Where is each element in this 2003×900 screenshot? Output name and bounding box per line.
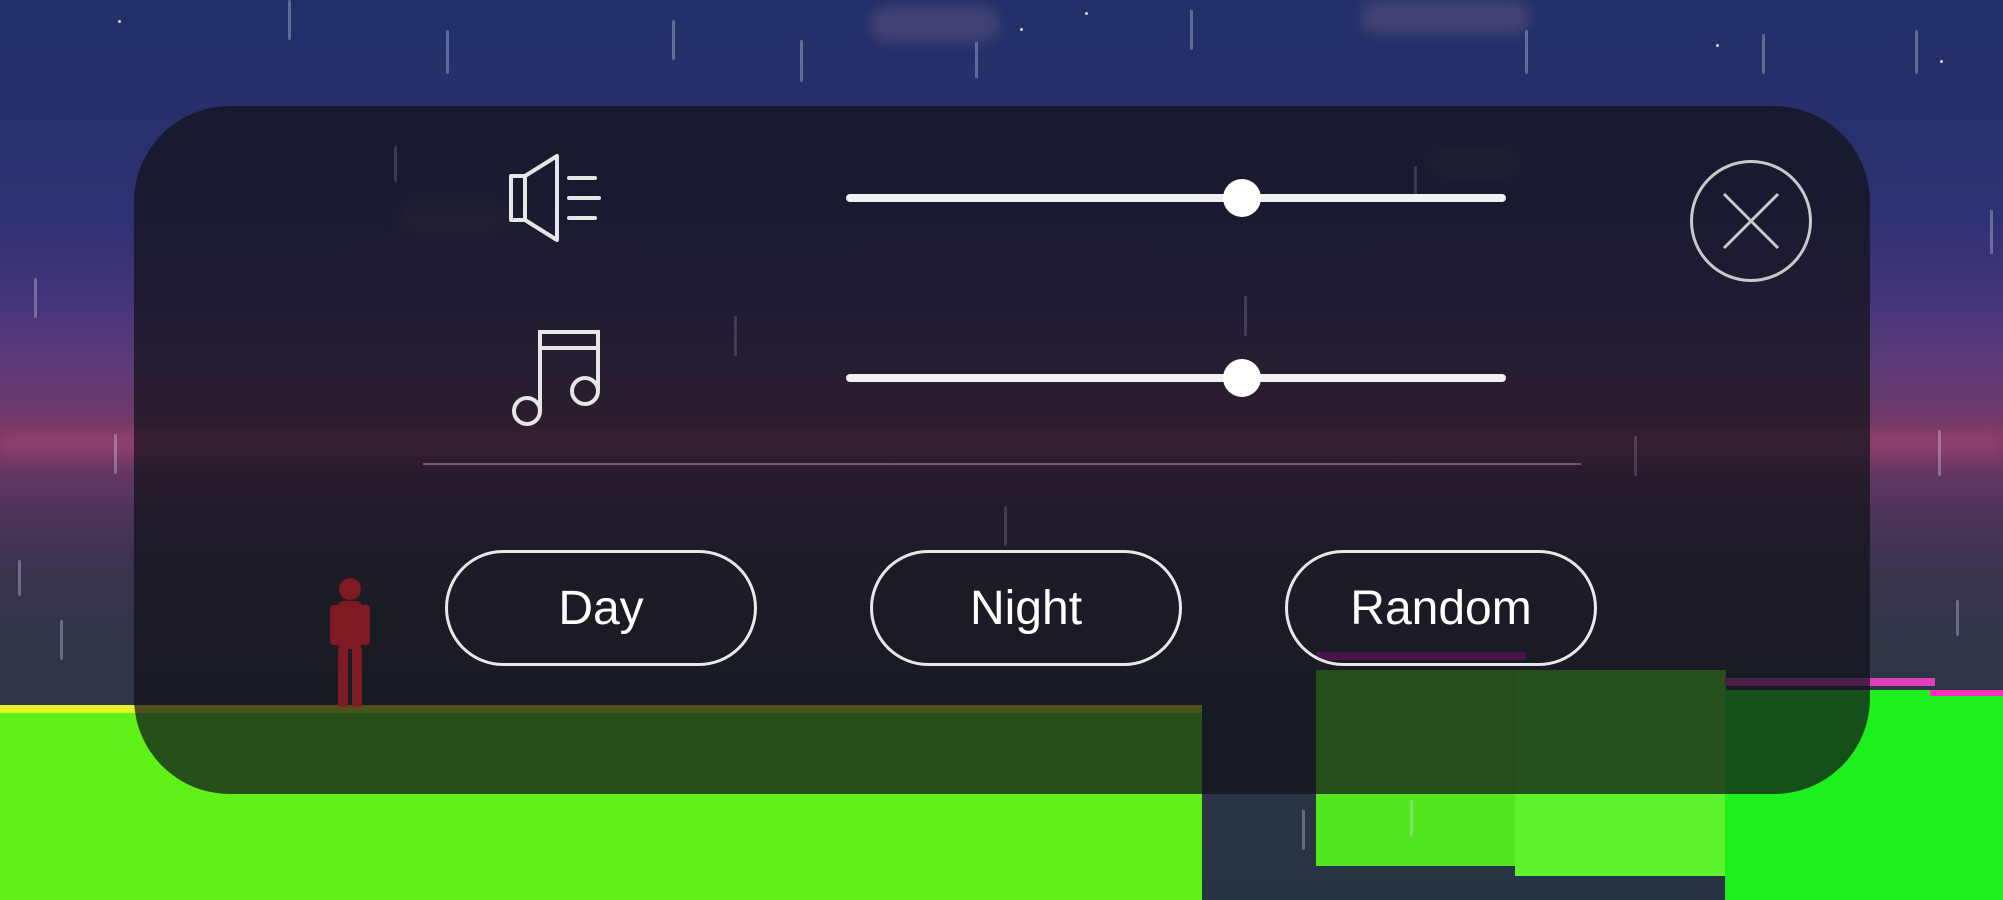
rain-drop (734, 316, 737, 356)
music-volume-slider[interactable] (846, 358, 1506, 398)
rain-drop (1525, 30, 1528, 74)
star (1940, 60, 1943, 63)
night-button[interactable]: Night (870, 550, 1182, 666)
rain-drop (1915, 30, 1918, 74)
rain-drop (34, 278, 37, 318)
rain-drop (1004, 506, 1007, 546)
star (1716, 44, 1719, 47)
slider-thumb[interactable] (1223, 179, 1261, 217)
music-note-icon (508, 328, 604, 430)
rain-drop (1956, 600, 1959, 636)
rain-drop (114, 434, 117, 474)
close-icon (1722, 192, 1780, 250)
cloud (870, 6, 1000, 42)
rain-drop (1190, 10, 1193, 50)
slider-thumb[interactable] (1223, 359, 1261, 397)
rain-drop (60, 620, 63, 660)
rain-drop (1990, 210, 1993, 254)
star (118, 20, 121, 23)
rain-drop (975, 42, 978, 78)
rain-drop (800, 40, 803, 82)
speaker-icon (505, 150, 605, 246)
random-button[interactable]: Random (1285, 550, 1597, 666)
player-character (326, 575, 372, 709)
rain-drop (1302, 810, 1305, 850)
rain-drop (446, 30, 449, 74)
day-button[interactable]: Day (445, 550, 757, 666)
rain-drop (1634, 436, 1637, 476)
rain-drop (1410, 800, 1413, 836)
cloud (1360, 0, 1530, 34)
rain-drop (1244, 296, 1247, 336)
star (1085, 12, 1088, 15)
rain-drop (288, 0, 291, 40)
glitch-strip (1930, 690, 2003, 696)
rain-drop (1938, 430, 1941, 476)
rain-drop (394, 146, 397, 182)
section-divider (423, 463, 1581, 465)
rain-drop (672, 20, 675, 60)
sound-volume-slider[interactable] (846, 178, 1506, 218)
slider-track (846, 194, 1506, 202)
rain-drop (18, 560, 21, 596)
star (1020, 28, 1023, 31)
rain-drop (1762, 34, 1765, 74)
close-button[interactable] (1690, 160, 1812, 282)
slider-track (846, 374, 1506, 382)
